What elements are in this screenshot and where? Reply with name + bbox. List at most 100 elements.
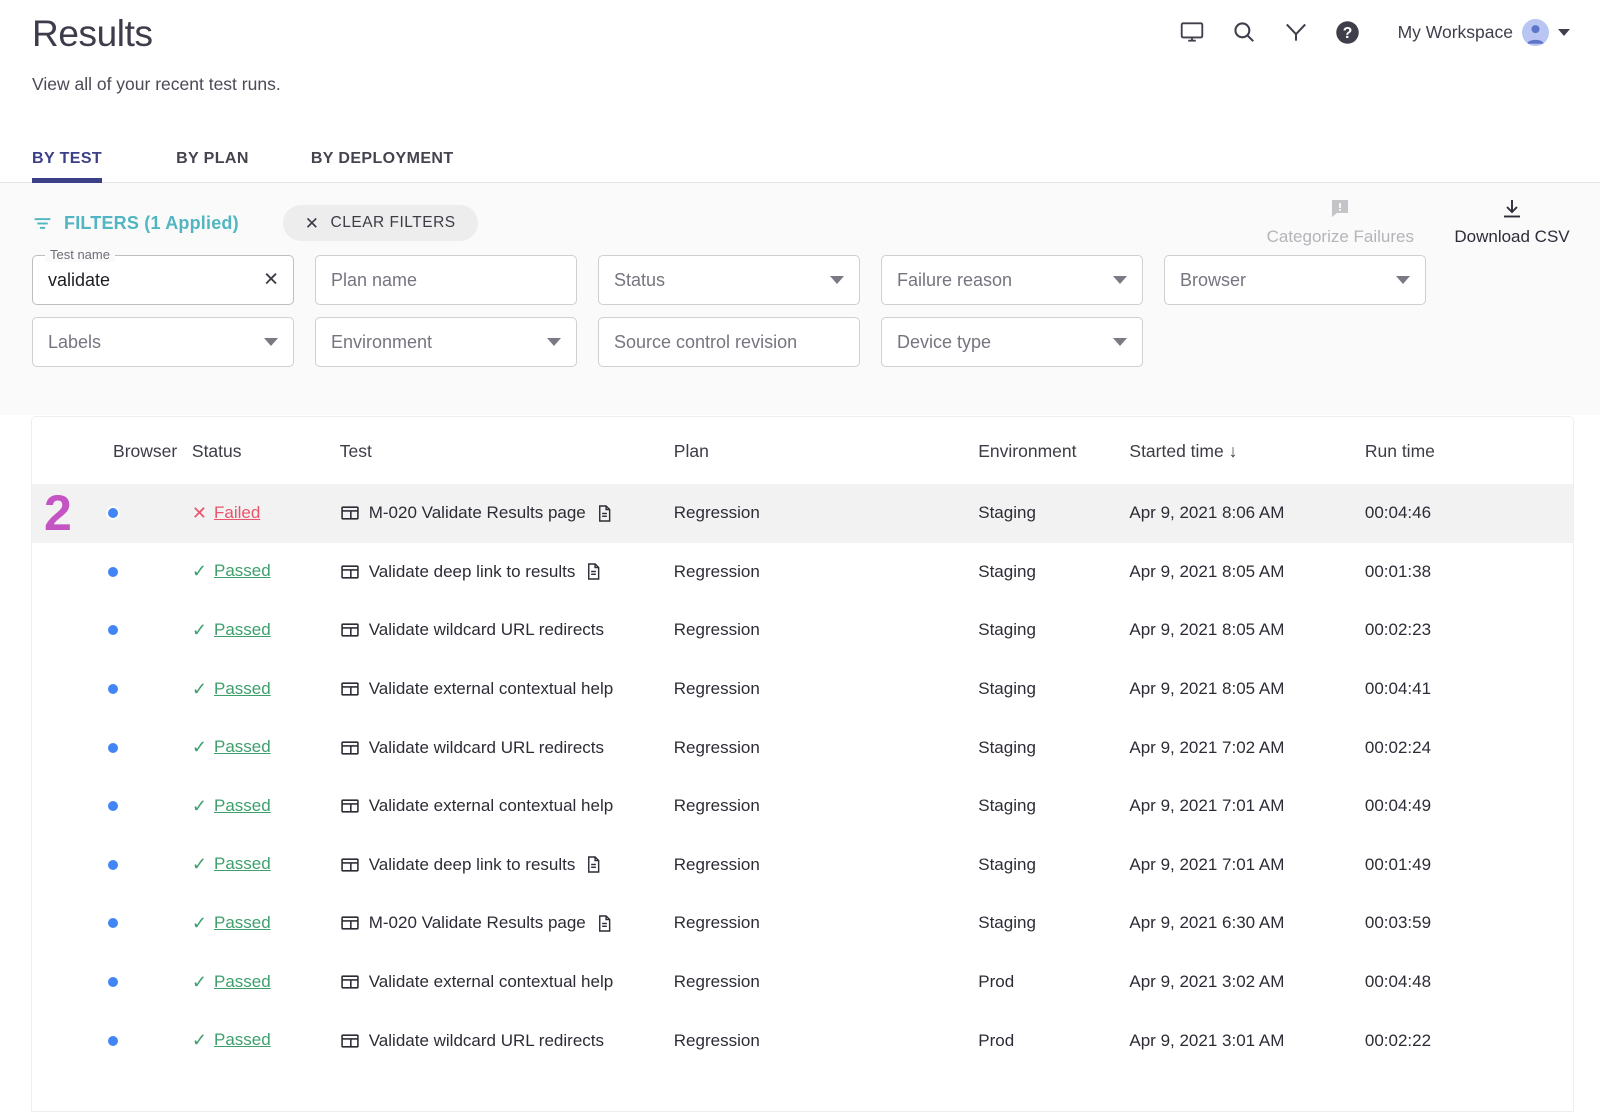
th-status[interactable]: Status <box>192 417 340 484</box>
test-name-label: Test name <box>45 247 115 262</box>
table-row[interactable]: ✓PassedValidate deep link to resultsRegr… <box>32 543 1573 602</box>
labels-select[interactable]: Labels <box>32 317 294 367</box>
table-row[interactable]: ✓Passed Validate external contextual help… <box>32 777 1573 836</box>
failure-reason-select[interactable]: Failure reason <box>881 255 1143 305</box>
avatar <box>1522 19 1549 46</box>
test-name[interactable]: M-020 Validate Results page <box>369 913 586 933</box>
test-name[interactable]: Validate external contextual help <box>369 679 613 699</box>
test-name[interactable]: Validate wildcard URL redirects <box>369 620 604 640</box>
cell-plan: Regression <box>674 660 978 719</box>
filter-icon[interactable] <box>1282 18 1310 46</box>
th-environment[interactable]: Environment <box>978 417 1129 484</box>
filter-lines-icon <box>32 213 53 234</box>
document-icon[interactable] <box>595 914 614 933</box>
status-select[interactable]: Status <box>598 255 860 305</box>
cell-run-time: 00:01:38 <box>1365 543 1573 602</box>
document-icon[interactable] <box>584 562 603 581</box>
test-name[interactable]: M-020 Validate Results page <box>369 503 586 523</box>
status-link[interactable]: Passed <box>214 737 271 757</box>
status-link[interactable]: Passed <box>214 972 271 992</box>
table-row[interactable]: ✓PassedM-020 Validate Results pageRegres… <box>32 894 1573 953</box>
status-link[interactable]: Failed <box>214 503 260 523</box>
th-started-time[interactable]: Started time ↓ <box>1129 417 1364 484</box>
table-row[interactable]: ✓PassedValidate wildcard URL redirectsRe… <box>32 718 1573 777</box>
th-run-time[interactable]: Run time <box>1365 417 1573 484</box>
th-plan[interactable]: Plan <box>674 417 978 484</box>
cell-run-time: 00:04:41 <box>1365 660 1573 719</box>
categorize-failures-button[interactable]: Categorize Failures <box>1267 197 1414 247</box>
cell-environment: Staging <box>978 894 1129 953</box>
test-name[interactable]: Validate wildcard URL redirects <box>369 738 604 758</box>
download-csv-button[interactable]: Download CSV <box>1452 197 1572 247</box>
document-icon[interactable] <box>595 504 614 523</box>
cell-started-time: Apr 9, 2021 7:01 AM <box>1129 836 1364 895</box>
chevron-down-icon <box>1113 338 1127 346</box>
source-control-revision-input[interactable]: Source control revision <box>598 317 860 367</box>
test-name[interactable]: Validate deep link to results <box>369 855 576 875</box>
plan-name-input[interactable]: Plan name <box>315 255 577 305</box>
cell-status: ✓Passed <box>192 777 340 836</box>
tab-by-deployment[interactable]: BY DEPLOYMENT <box>297 150 468 182</box>
table-row[interactable]: ✓PassedValidate wildcard URL redirectsRe… <box>32 601 1573 660</box>
table-row[interactable]: ✓PassedValidate wildcard URL redirectsRe… <box>32 1011 1573 1070</box>
test-name[interactable]: Validate deep link to results <box>369 562 576 582</box>
cell-marker <box>32 601 113 660</box>
table-row[interactable]: ✓PassedValidate external contextual help… <box>32 660 1573 719</box>
results-page: Results View all of your recent test run… <box>0 0 1600 1113</box>
svg-text:?: ? <box>1343 25 1353 42</box>
web-page-icon <box>340 913 360 933</box>
test-name[interactable]: Validate external contextual help <box>369 972 613 992</box>
filters-toggle[interactable]: FILTERS (1 Applied) <box>32 213 239 234</box>
cell-started-time: Apr 9, 2021 3:02 AM <box>1129 953 1364 1012</box>
test-name-value: validate <box>48 270 110 291</box>
status-link[interactable]: Passed <box>214 796 271 816</box>
cell-test: Validate wildcard URL redirects <box>340 718 674 777</box>
test-name[interactable]: Validate wildcard URL redirects <box>369 1031 604 1051</box>
cell-status: ✓Passed <box>192 953 340 1012</box>
web-page-icon <box>340 679 360 699</box>
cell-run-time: 00:02:22 <box>1365 1011 1573 1070</box>
cell-run-time: 00:04:46 <box>1365 484 1573 543</box>
th-browser[interactable]: Browser <box>113 417 192 484</box>
device-type-select[interactable]: Device type <box>881 317 1143 367</box>
th-test[interactable]: Test <box>340 417 674 484</box>
search-icon[interactable] <box>1230 18 1258 46</box>
cell-environment: Staging <box>978 543 1129 602</box>
status-link[interactable]: Passed <box>214 620 271 640</box>
clear-filters-button[interactable]: ✕ CLEAR FILTERS <box>283 205 478 241</box>
cell-test: Validate external contextual help <box>340 953 674 1012</box>
status-link[interactable]: Passed <box>214 679 271 699</box>
status-link[interactable]: Passed <box>214 913 271 933</box>
status-link[interactable]: Passed <box>214 854 271 874</box>
test-name[interactable]: Validate external contextual help <box>369 796 613 816</box>
tab-by-test[interactable]: BY TEST <box>32 150 116 182</box>
status-passed-icon: ✓ <box>192 855 207 873</box>
clear-test-name-icon[interactable]: ✕ <box>263 271 279 290</box>
web-page-icon <box>340 503 360 523</box>
annotation-marker: 2 <box>32 485 72 541</box>
cell-browser <box>113 953 192 1012</box>
cell-run-time: 00:03:59 <box>1365 894 1573 953</box>
cell-browser <box>113 601 192 660</box>
table-row[interactable]: ✓ Passed Validate deep link to results Regr… <box>32 836 1573 895</box>
document-icon[interactable] <box>584 855 603 874</box>
cell-status: ✓Passed <box>192 543 340 602</box>
cell-plan: Regression <box>674 1011 978 1070</box>
web-page-icon <box>340 738 360 758</box>
table-row[interactable]: 2✕FailedM-020 Validate Results pageRegre… <box>32 484 1573 543</box>
cell-test: Validate wildcard URL redirects <box>340 601 674 660</box>
page-subtitle: View all of your recent test runs. <box>32 74 1568 95</box>
table-row[interactable]: ✓Passed Validate external contextual help… <box>32 953 1573 1012</box>
cell-browser <box>113 1011 192 1070</box>
browser-select[interactable]: Browser <box>1164 255 1426 305</box>
tab-by-plan[interactable]: BY PLAN <box>162 150 263 182</box>
status-link[interactable]: Passed <box>214 1030 271 1050</box>
help-icon[interactable]: ? <box>1334 18 1362 46</box>
chevron-down-icon <box>1558 29 1570 36</box>
status-link[interactable]: Passed <box>214 561 271 581</box>
environment-select[interactable]: Environment <box>315 317 577 367</box>
test-name-input[interactable]: Test name validate ✕ <box>32 255 294 305</box>
cell-plan: Regression <box>674 836 978 895</box>
workspace-menu[interactable]: My Workspace <box>1398 19 1570 46</box>
monitor-icon[interactable] <box>1178 18 1206 46</box>
